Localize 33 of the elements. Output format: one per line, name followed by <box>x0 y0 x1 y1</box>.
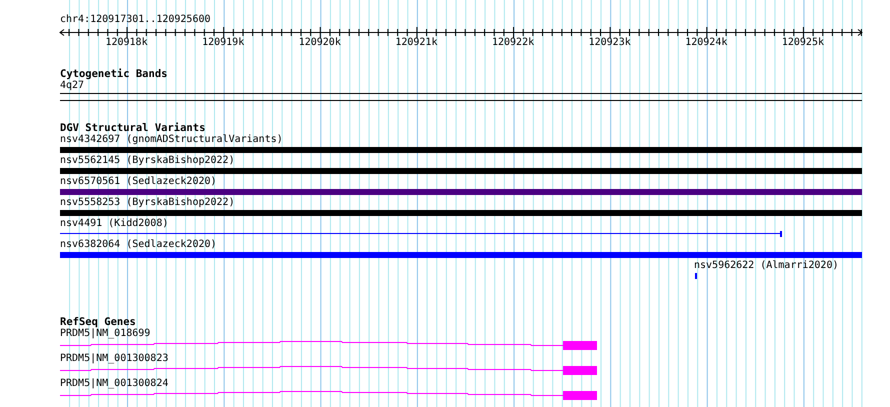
ruler-tick-label: 120921k <box>395 37 438 48</box>
variant-bar[interactable] <box>60 147 862 153</box>
variant-label: nsv4342697 (gnomADStructuralVariants) <box>60 134 283 146</box>
band-label: 4q27 <box>60 80 84 92</box>
variant-label: nsv5558253 (ByrskaBishop2022) <box>60 197 235 209</box>
ruler-tick-label: 120923k <box>588 37 631 48</box>
variant-label: nsv5962622 (Almarri2020) <box>694 260 838 272</box>
variant-mark[interactable] <box>695 273 697 279</box>
variant-label: nsv5562145 (ByrskaBishop2022) <box>60 155 235 167</box>
track-title: Cytogenetic Bands <box>60 68 168 80</box>
ruler-tick-label: 120922k <box>492 37 534 48</box>
variant-label: nsv6382064 (Sedlazeck2020) <box>60 239 217 251</box>
variant-label: nsv4491 (Kidd2008) <box>60 218 168 230</box>
variant-label: nsv6570561 (Sedlazeck2020) <box>60 176 217 188</box>
variant-bar[interactable] <box>60 210 862 216</box>
variant-bar[interactable] <box>60 252 862 258</box>
ruler-tick-label: 120918k <box>105 37 148 48</box>
region-label: chr4:120917301..120925600 <box>60 14 212 26</box>
ruler-tick-label: 120924k <box>685 37 728 48</box>
variant-bar[interactable] <box>60 189 862 195</box>
variant-bar[interactable] <box>60 168 862 174</box>
transcript-label: PRDM5|NM_018699 <box>60 328 150 340</box>
gene-model-drawing[interactable] <box>60 366 597 375</box>
ruler-tick-label: 120920k <box>298 37 341 48</box>
variant-line[interactable] <box>60 231 783 237</box>
transcript-label: PRDM5|NM_001300824 <box>60 378 168 390</box>
track-title: RefSeq Genes <box>60 316 137 328</box>
gene-model-drawing[interactable] <box>60 391 597 400</box>
ruler-tick-label: 120925k <box>782 37 824 48</box>
track-title: DGV Structural Variants <box>60 122 206 134</box>
ruler-tick-label: 120919k <box>202 37 244 48</box>
gene-model-drawing[interactable] <box>60 341 597 350</box>
transcript-label: PRDM5|NM_001300823 <box>60 353 168 365</box>
